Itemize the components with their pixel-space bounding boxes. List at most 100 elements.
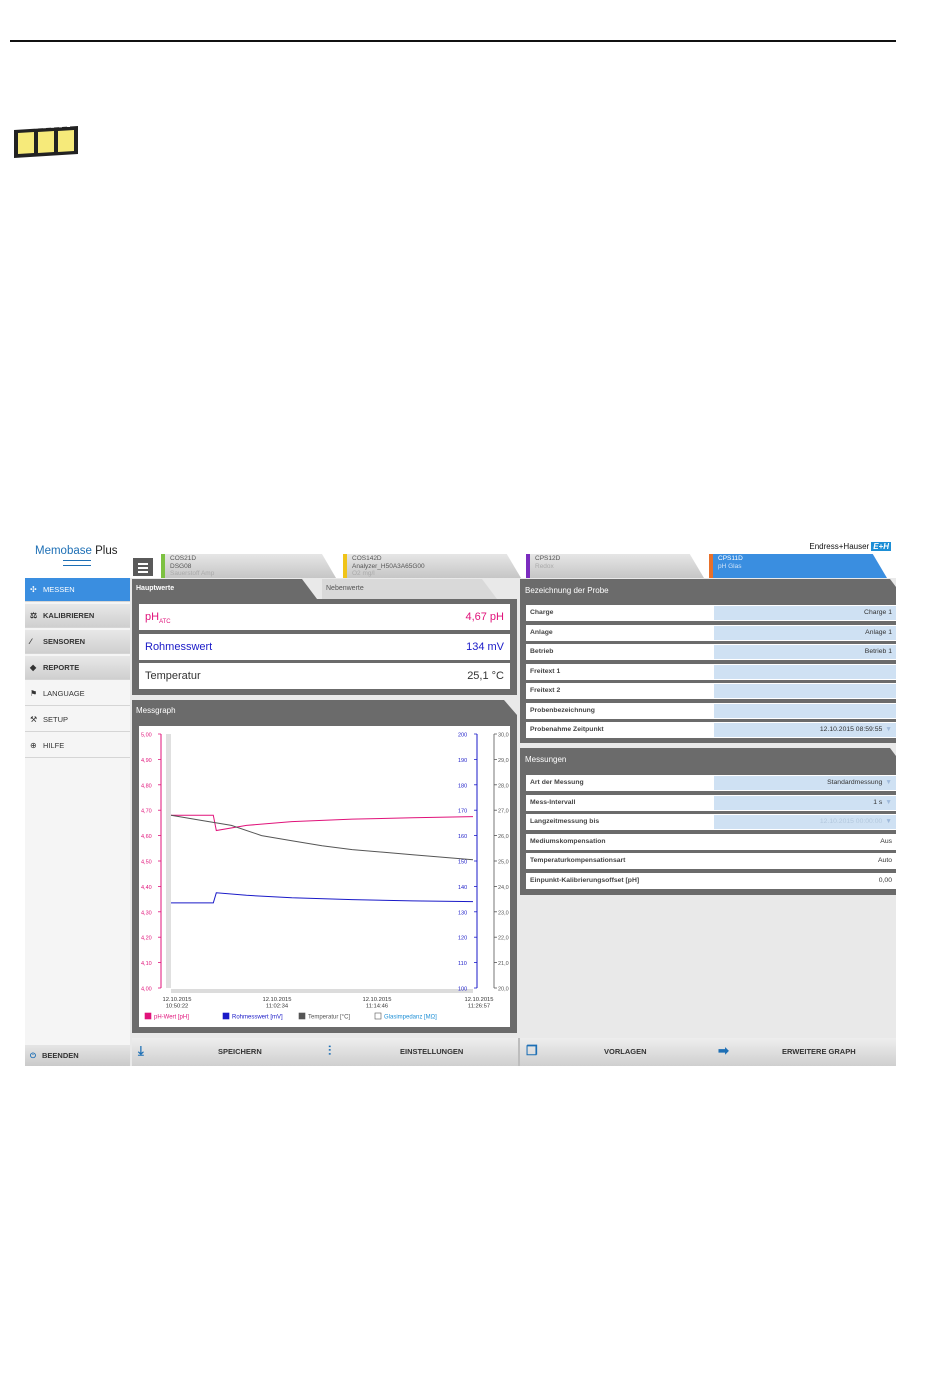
measure-row: Mess-Intervall 1 s ▼ <box>526 794 896 811</box>
sensor-tag: CPS11D <box>718 555 743 562</box>
sidebar-item-setup[interactable]: ⚒ SETUP <box>25 708 130 732</box>
probe-value: Charge 1 <box>864 609 892 616</box>
sensor-tag: COS142D <box>352 555 382 562</box>
mv-tick-label: 170 <box>458 809 467 815</box>
sidebar-item-language[interactable]: ⚑ LANGUAGE <box>25 682 130 706</box>
sidebar-item-reporte[interactable]: ◆ REPORTE <box>25 656 130 680</box>
chart-hscrollbar <box>171 989 473 993</box>
probe-value-field[interactable]: Betrieb 1 <box>714 645 896 659</box>
x-tick-date: 12.10.2015 <box>362 997 391 1003</box>
save-label: SPEICHERN <box>218 1047 262 1056</box>
sensor-type: Sauerstoff Amp <box>170 570 215 577</box>
sensor-serial: DSG08 <box>170 562 192 570</box>
calibrate-icon: ⚖ <box>30 611 38 620</box>
dropdown-arrow-icon[interactable]: ▼ <box>885 818 892 825</box>
bottom-toolbar: ⤓ SPEICHERN ⫶ EINSTELLUNGEN ❐ VORLAGEN ➡… <box>132 1038 896 1066</box>
measure-panel-title: Messungen <box>525 755 567 764</box>
measure-value-field: Auto <box>714 854 896 868</box>
probe-value-field[interactable] <box>714 684 896 698</box>
sensor-tab-cos21d[interactable]: COS21D DSG08 Sauerstoff Amp <box>161 554 336 578</box>
hamburger-menu-button[interactable] <box>133 558 153 576</box>
graph-title: Messgraph <box>136 706 176 715</box>
sidebar-item-hilfe[interactable]: ⊕ HILFE <box>25 734 130 758</box>
measure-value-field[interactable]: 1 s ▼ <box>714 795 896 810</box>
measure-label: Art der Messung <box>530 779 584 786</box>
legend-swatch <box>298 1012 306 1020</box>
series-line-temp <box>170 814 474 861</box>
temp-tick-label: 24,0 <box>498 885 509 891</box>
sensor-tab-cps12d[interactable]: CPS12D Redox <box>526 554 704 578</box>
probe-label: Betrieb <box>530 648 554 655</box>
ph-tick-label: 4,50 <box>141 860 152 866</box>
brand-name: Endress+Hauser <box>809 542 870 551</box>
extended-graph-button[interactable]: ➡ ERWEITERE GRAPH <box>712 1038 896 1066</box>
x-tick-date: 12.10.2015 <box>162 997 191 1003</box>
settings-button[interactable]: ⫶ EINSTELLUNGEN <box>326 1038 516 1066</box>
sensor-color-bar <box>709 554 713 578</box>
probe-value-field[interactable]: Charge 1 <box>714 606 896 620</box>
x-tick-date: 12.10.2015 <box>262 997 291 1003</box>
tab-nebenwerte[interactable]: Nebenwerte <box>322 579 497 599</box>
probe-row: Anlage Anlage 1 <box>526 624 896 641</box>
sidebar-item-kalibrieren[interactable]: ⚖ KALIBRIEREN <box>25 604 130 628</box>
x-tick-time: 11:02:34 <box>266 1004 289 1010</box>
measure-panel: Messungen Art der Messung Standardmessung… <box>520 748 896 895</box>
dropdown-arrow-icon[interactable]: ▼ <box>885 779 892 786</box>
legend-swatch <box>144 1012 152 1020</box>
measure-value-field[interactable]: Standardmessung ▼ <box>714 776 896 790</box>
save-button[interactable]: ⤓ SPEICHERN <box>132 1038 322 1066</box>
memobase-app-window: Memobase Plus Endress+Hauser E+H COS21D D… <box>25 538 896 1066</box>
measure-value: 12.10.2015 00:00:00 <box>819 818 883 825</box>
temp-tick-label: 23,0 <box>498 910 509 916</box>
value-reading: 4,67 pH <box>465 611 504 623</box>
temp-tick-label: 27,0 <box>498 809 509 815</box>
dropdown-arrow-icon[interactable]: ▼ <box>885 726 892 733</box>
app-header: Memobase Plus Endress+Hauser E+H COS21D D… <box>25 538 896 578</box>
toolbar-divider <box>518 1038 520 1066</box>
probe-row: Charge Charge 1 <box>526 605 896 621</box>
probe-value: Betrieb 1 <box>864 648 892 655</box>
temp-tick-label: 25,0 <box>498 860 509 866</box>
probe-value-field[interactable] <box>714 703 896 718</box>
exit-button[interactable]: ⏻ BEENDEN <box>25 1045 130 1066</box>
measure-value: Standardmessung <box>827 779 883 786</box>
value-row-ph: pHATC 4,67 pH <box>139 604 510 630</box>
probe-panel: Bezeichnung der Probe Charge Charge 1 Anla… <box>520 579 896 743</box>
wrench-icon: ⚒ <box>30 715 38 724</box>
measure-value-field[interactable]: 12.10.2015 00:00:00 ▼ <box>714 815 896 829</box>
measurement-chart[interactable]: 5,00 200 30,0 4,90 190 29,0 4,80 180 28,0 4,70 170… <box>139 726 510 1027</box>
probe-value-field[interactable] <box>714 664 896 679</box>
measure-value-field: 0,00 <box>714 874 896 888</box>
value-reading: 134 mV <box>466 641 504 653</box>
mv-tick-label: 110 <box>458 961 467 967</box>
ph-tick-label: 4,00 <box>141 987 152 993</box>
sensor-tab-cos142d[interactable]: COS142D Analyzer_H50A3A65G00 O2 mg/l <box>343 554 521 578</box>
sensor-tab-cps11d[interactable]: CPS11D pH Glas <box>709 554 887 578</box>
temp-tick-label: 30,0 <box>498 733 509 739</box>
graph-area[interactable]: 5,00 200 30,0 4,90 190 29,0 4,80 180 28,0 4,70 170… <box>139 726 510 1027</box>
probe-value-field[interactable]: 12.10.2015 08:59:55 ▼ <box>714 723 896 737</box>
dropdown-arrow-icon[interactable]: ▼ <box>885 799 892 806</box>
legend-swatch <box>222 1012 230 1020</box>
sliders-icon: ⫶ <box>328 1043 332 1058</box>
ph-tick-label: 4,10 <box>141 961 152 967</box>
tab-hauptwerte[interactable]: Hauptwerte <box>132 579 317 599</box>
sidebar-item-label: SETUP <box>43 715 69 724</box>
x-tick-time: 10:50:22 <box>166 1004 189 1010</box>
measure-row: Art der Messung Standardmessung ▼ <box>526 775 896 791</box>
templates-label: VORLAGEN <box>604 1047 647 1056</box>
sidebar: ✣ MESSEN ⚖ KALIBRIEREN ∕ SENSOREN ◆ REPORTE … <box>25 578 130 1066</box>
report-icon: ◆ <box>30 663 37 672</box>
sidebar-item-sensoren[interactable]: ∕ SENSOREN <box>25 630 130 654</box>
mv-tick-label: 150 <box>458 860 467 866</box>
temp-tick-label: 29,0 <box>498 758 509 764</box>
mv-tick-label: 140 <box>458 885 467 891</box>
sidebar-item-label: REPORTE <box>43 663 80 672</box>
value-label: Rohmesswert <box>145 641 213 653</box>
mv-tick-label: 200 <box>458 733 467 739</box>
legend-label: Rohmesswert [mV] <box>232 1015 283 1021</box>
templates-button[interactable]: ❐ VORLAGEN <box>522 1038 708 1066</box>
measure-label: Einpunkt-Kalibrierungsoffset [pH] <box>530 876 640 884</box>
probe-value-field[interactable]: Anlage 1 <box>714 625 896 640</box>
sidebar-item-messen[interactable]: ✣ MESSEN <box>25 578 130 602</box>
